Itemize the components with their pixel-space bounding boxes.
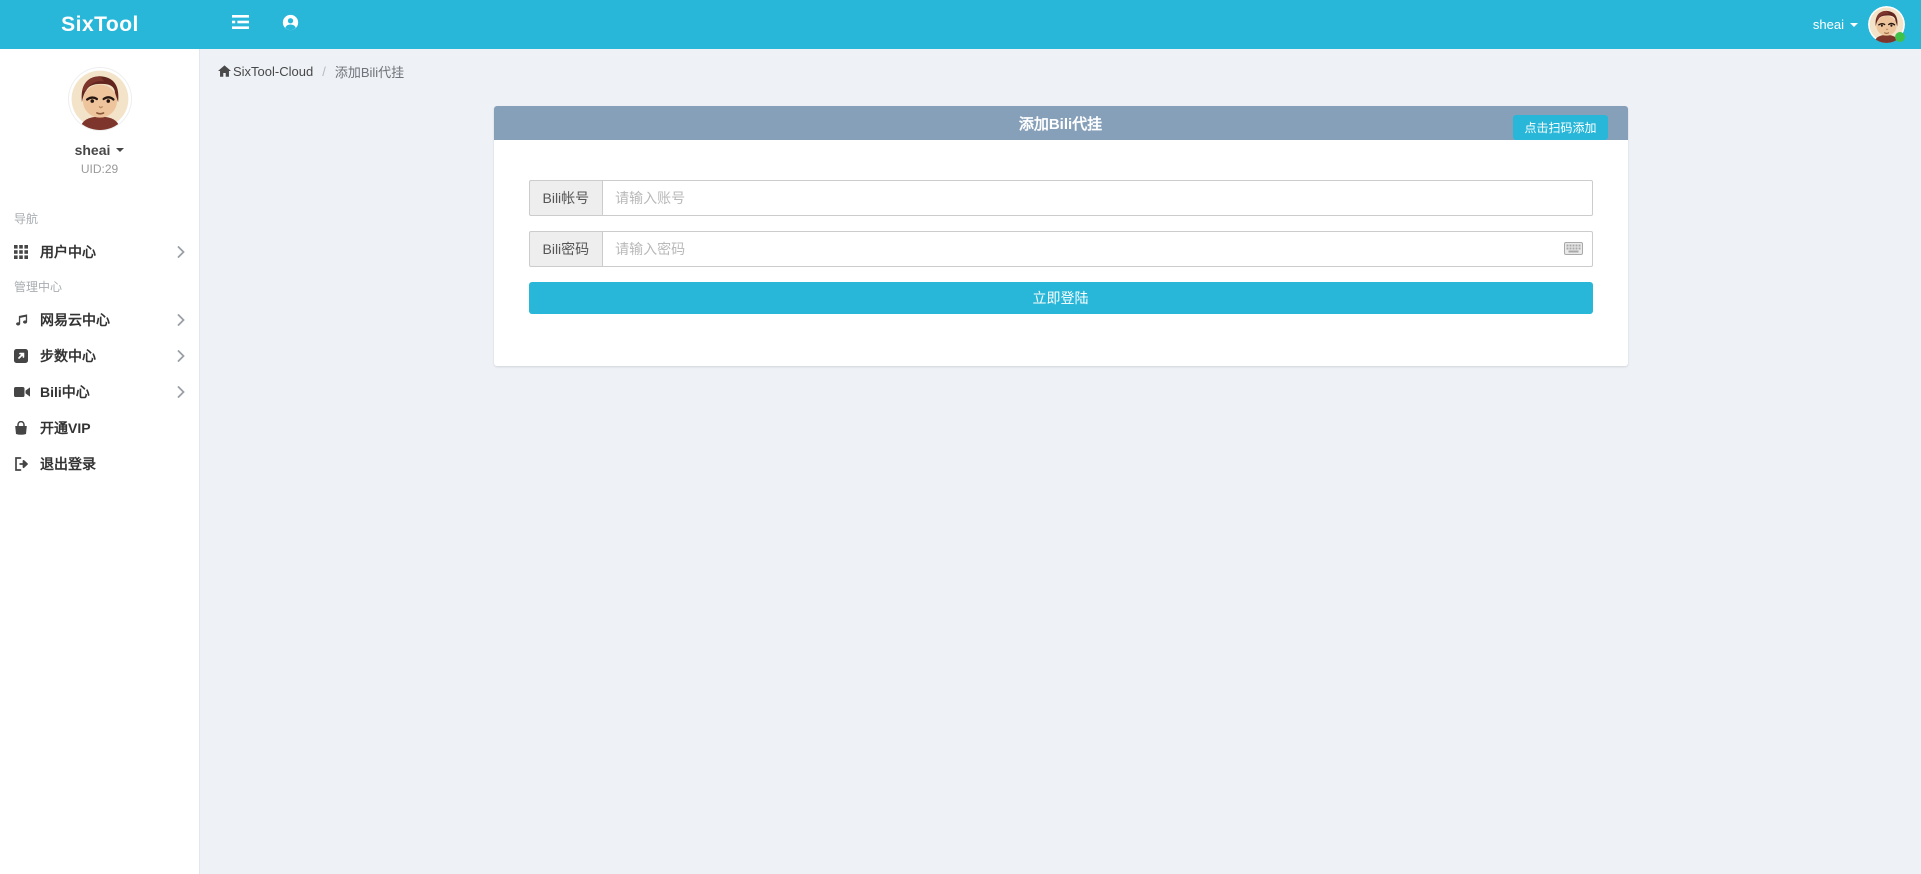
sidebar-item-vip[interactable]: 开通VIP [0,410,199,446]
chevron-right-icon [177,246,185,258]
password-field-label: Bili密码 [529,231,603,267]
add-bili-panel: 添加Bili代挂 点击扫码添加 Bili帐号 Bili密码 [494,106,1628,366]
arrow-square-icon [14,349,40,363]
chevron-down-icon [116,148,124,152]
breadcrumb-current: 添加Bili代挂 [335,62,404,81]
scan-qr-add-button[interactable]: 点击扫码添加 [1513,115,1607,140]
sidebar-item-netease-center[interactable]: 网易云中心 [0,302,199,338]
navbar-avatar[interactable] [1868,6,1905,43]
user-menu-button[interactable] [270,0,310,49]
login-submit-button[interactable]: 立即登陆 [529,282,1593,314]
sign-out-icon [14,457,40,471]
nav-section-header: 导航 [0,202,199,234]
online-status-dot [1895,32,1905,42]
sidebar-user-panel: sheai UID:29 [0,49,199,176]
password-field-group: Bili密码 [529,231,1593,267]
breadcrumb-root-link[interactable]: SixTool-Cloud [218,64,313,79]
sidebar-avatar[interactable] [69,68,131,130]
chevron-down-icon [1850,23,1858,27]
sidebar-username[interactable]: sheai [0,142,199,158]
chevron-right-icon [177,350,185,362]
grid-icon [14,245,40,259]
user-circle-icon [282,14,299,36]
music-icon [14,313,40,328]
panel-title: 添加Bili代挂 [1019,113,1102,134]
password-input[interactable] [602,231,1592,267]
sidebar-uid: UID:29 [0,162,199,176]
sidebar-item-user-center[interactable]: 用户中心 [0,234,199,270]
sidebar-nav: 导航 用户中心 管理中心 [0,202,199,482]
breadcrumb: SixTool-Cloud / 添加Bili代挂 [200,49,1921,91]
panel-body: Bili帐号 Bili密码 立即登陆 [494,140,1628,366]
sidebar-item-steps-center[interactable]: 步数中心 [0,338,199,374]
sidebar-item-logout[interactable]: 退出登录 [0,446,199,482]
panel-header: 添加Bili代挂 点击扫码添加 [494,106,1628,140]
account-field-label: Bili帐号 [529,180,603,216]
nav-section-header: 管理中心 [0,270,199,302]
brand-logo[interactable]: SixTool [0,0,200,49]
chevron-right-icon [177,386,185,398]
home-icon [218,64,231,79]
account-input[interactable] [602,180,1592,216]
breadcrumb-separator: / [322,64,326,79]
sidebar-toggle-button[interactable] [220,0,260,49]
video-camera-icon [14,386,40,398]
sidebar-item-bili-center[interactable]: Bili中心 [0,374,199,410]
sidebar: sheai UID:29 导航 用户中心 管理中心 [0,49,200,874]
account-field-group: Bili帐号 [529,180,1593,216]
shopping-bag-icon [14,421,40,435]
navbar-username[interactable]: sheai [1813,17,1858,32]
indent-list-icon [232,15,249,34]
chevron-right-icon [177,314,185,326]
top-navbar: SixTool sheai [0,0,1921,49]
main-content: SixTool-Cloud / 添加Bili代挂 添加Bili代挂 点击扫码添加… [200,0,1921,825]
